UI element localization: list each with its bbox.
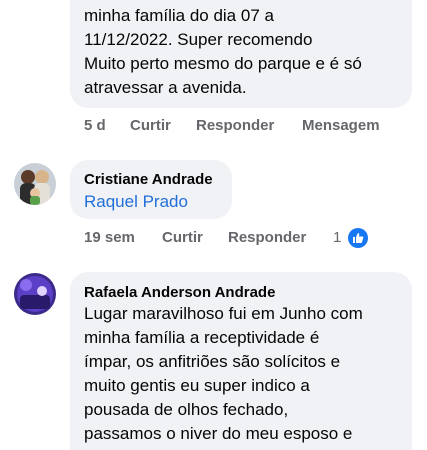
comment-author[interactable]: Cristiane Andrade — [84, 171, 213, 188]
comment-text: minha família do dia 07 a 11/12/2022. Su… — [84, 4, 362, 100]
mention-link[interactable]: Raquel Prado — [84, 190, 188, 214]
comment-text: Lugar maravilhoso fui em Junho com minha… — [84, 302, 363, 446]
comment-author[interactable]: Rafaela Anderson Andrade — [84, 284, 275, 301]
comment-text-line: minha família a receptividade é — [84, 328, 320, 347]
comment-actions: 19 sem Curtir Responder 1 — [84, 229, 374, 251]
like-icon[interactable] — [348, 228, 368, 248]
comment-time[interactable]: 19 sem — [84, 229, 135, 246]
comment-time[interactable]: 5 d — [84, 117, 106, 134]
comment-text-line: passamos o niver do meu esposo e — [84, 424, 353, 443]
comment-bubble: minha família do dia 07 a 11/12/2022. Su… — [70, 0, 412, 108]
comment-text: Raquel Prado — [84, 190, 188, 214]
comments-thread: minha família do dia 07 a 11/12/2022. Su… — [0, 0, 427, 450]
avatar-cristiane[interactable] — [14, 163, 56, 205]
comment-bubble: Rafaela Anderson Andrade Lugar maravilho… — [70, 272, 412, 450]
comment-text-line: atravessar a avenida. — [84, 78, 247, 97]
comment-text-line: minha família do dia 07 a — [84, 6, 274, 25]
reply-button[interactable]: Responder — [196, 117, 274, 134]
comment-text-line: muito gentis eu super indico a — [84, 376, 310, 395]
avatar-rafaela[interactable] — [14, 273, 56, 315]
message-button[interactable]: Mensagem — [302, 117, 380, 134]
comment-bubble: Cristiane Andrade Raquel Prado — [70, 160, 232, 219]
comment-actions: 5 d Curtir Responder Mensagem — [84, 117, 414, 139]
comment-text-line: Lugar maravilhoso fui em Junho com — [84, 304, 363, 323]
comment-text-line: Muito perto mesmo do parque e é só — [84, 54, 362, 73]
comment-text-line: pousada de olhos fechado, — [84, 400, 289, 419]
comment-text-line: 11/12/2022. Super recomendo — [84, 30, 313, 49]
like-button[interactable]: Curtir — [162, 229, 203, 246]
reply-button[interactable]: Responder — [228, 229, 306, 246]
comment-text-line: ímpar, os anfitriões são solícitos e — [84, 352, 341, 371]
like-button[interactable]: Curtir — [130, 117, 171, 134]
reaction-count[interactable]: 1 — [333, 229, 341, 246]
